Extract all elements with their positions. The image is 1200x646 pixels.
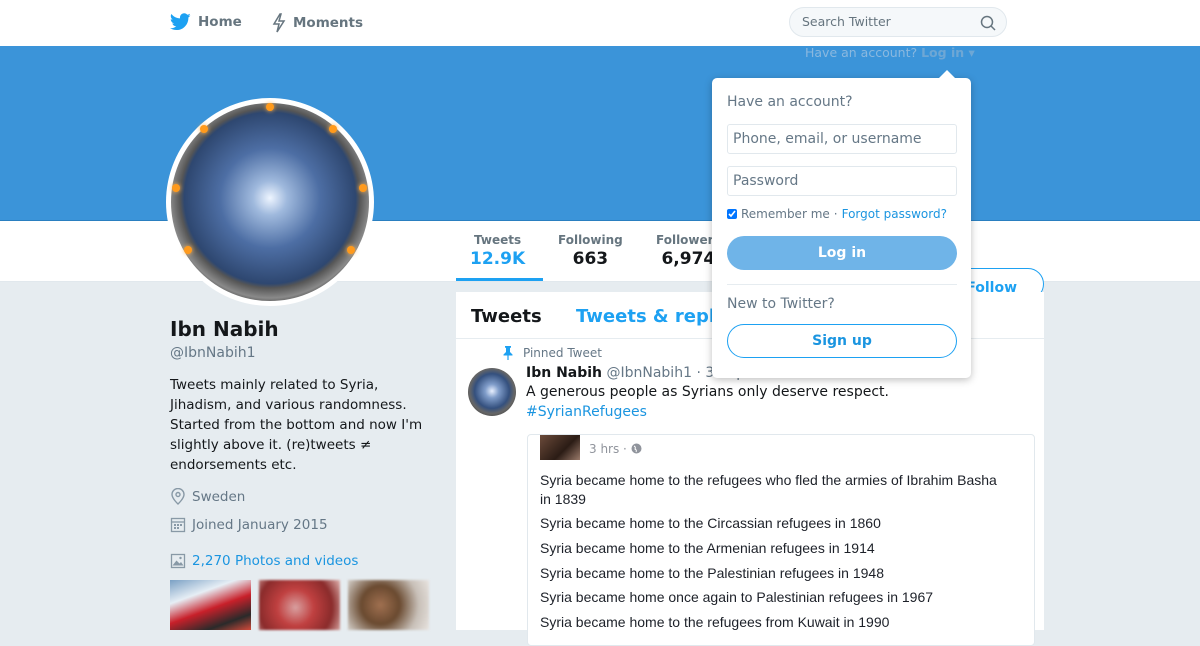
chevron-light xyxy=(266,103,274,111)
calendar-icon xyxy=(170,517,186,533)
stat-tweets-value: 12.9K xyxy=(470,249,526,269)
chevron-light xyxy=(329,125,337,133)
username-input[interactable] xyxy=(727,124,957,154)
stat-following-value: 663 xyxy=(572,249,609,269)
chevron-light xyxy=(184,246,192,254)
pinned-label: Pinned Tweet xyxy=(503,346,602,360)
profile-bio: Tweets mainly related to Syria, Jihadism… xyxy=(170,377,423,473)
stat-following[interactable]: Following 663 xyxy=(558,233,623,269)
dropdown-divider xyxy=(727,284,957,285)
profile-joined: Joined January 2015 xyxy=(170,516,328,533)
separator-dot: · xyxy=(833,207,838,221)
location-text: Sweden xyxy=(192,488,246,505)
search-box[interactable] xyxy=(789,7,1007,37)
stat-following-label: Following xyxy=(558,233,623,247)
tweet-text: A generous people as Syrians only deserv… xyxy=(526,384,889,400)
stat-followers-label: Followers xyxy=(656,233,721,247)
chevron-light xyxy=(200,125,208,133)
embedded-post-avatar xyxy=(540,435,580,460)
stat-followers-value: 6,974 xyxy=(661,249,716,269)
location-pin-icon xyxy=(171,488,185,505)
search-icon[interactable] xyxy=(980,15,996,31)
login-dropdown: Have an account? Remember me · Forgot pa… xyxy=(712,70,971,378)
stat-followers[interactable]: Followers 6,974 xyxy=(656,233,721,269)
media-thumbnail[interactable] xyxy=(259,580,340,630)
remember-me-row: Remember me · Forgot password? xyxy=(727,207,947,221)
photo-icon xyxy=(170,553,186,569)
photos-videos-label: 2,270 Photos and videos xyxy=(192,552,359,569)
login-button[interactable]: Log in xyxy=(727,236,957,270)
new-to-twitter-label: New to Twitter? xyxy=(727,296,835,312)
search-input[interactable] xyxy=(802,14,972,29)
dropdown-caret xyxy=(939,70,955,78)
profile-name[interactable]: Ibn Nabih xyxy=(170,317,279,341)
tweet-author-handle[interactable]: @IbnNabih1 xyxy=(606,365,692,381)
tab-tweets[interactable]: Tweets xyxy=(471,306,542,327)
nav-home[interactable]: Home xyxy=(170,13,242,31)
password-input[interactable] xyxy=(727,166,957,196)
top-navigation-bar: Home Moments xyxy=(0,0,1200,47)
login-prompt: Have an account? Log in ▾ xyxy=(805,45,975,60)
twitter-bird-icon xyxy=(170,13,191,31)
joined-text: Joined January 2015 xyxy=(192,516,328,533)
embedded-post-line: Syria became home to the Circassian refu… xyxy=(540,515,881,531)
globe-icon xyxy=(631,443,642,454)
login-link[interactable]: Log in ▾ xyxy=(921,45,975,60)
profile-handle[interactable]: @IbnNabih1 xyxy=(170,345,256,361)
embedded-post-time: 3 hrs · xyxy=(589,442,642,456)
forgot-password-link[interactable]: Forgot password? xyxy=(842,207,947,221)
embedded-post-card[interactable]: 3 hrs · Syria became home to the refugee… xyxy=(527,434,1035,646)
profile-avatar[interactable] xyxy=(166,98,374,306)
chevron-light xyxy=(172,184,180,192)
embedded-post-line: Syria became home to the Armenian refuge… xyxy=(540,540,875,556)
login-dropdown-title: Have an account? xyxy=(727,94,853,110)
remember-me-label[interactable]: Remember me xyxy=(741,207,830,221)
media-thumbnail[interactable] xyxy=(170,580,251,630)
active-tab-underline xyxy=(456,278,543,281)
chevron-light xyxy=(347,246,355,254)
stargate-image xyxy=(171,103,369,301)
stat-tweets-label: Tweets xyxy=(474,233,522,247)
profile-location: Sweden xyxy=(170,488,245,505)
tweet-author-avatar[interactable] xyxy=(468,368,516,416)
embedded-post-line: Syria became home to the refugees from K… xyxy=(540,614,890,630)
embedded-post-line: in 1839 xyxy=(540,491,586,507)
remember-me-checkbox[interactable] xyxy=(727,209,737,219)
nav-moments-label: Moments xyxy=(293,15,364,31)
lightning-icon xyxy=(272,13,286,33)
pinned-label-text: Pinned Tweet xyxy=(523,346,602,360)
login-prompt-text: Have an account? xyxy=(805,45,918,60)
embedded-post-line: Syria became home to the Palestinian ref… xyxy=(540,565,884,581)
stat-tweets[interactable]: Tweets 12.9K xyxy=(470,233,525,269)
tweet-author-name[interactable]: Ibn Nabih xyxy=(526,365,602,381)
embedded-post-line: Syria became home to the refugees who fl… xyxy=(540,472,997,488)
chevron-light xyxy=(359,184,367,192)
nav-moments[interactable]: Moments xyxy=(272,13,363,33)
nav-home-label: Home xyxy=(198,14,242,30)
media-thumbnail[interactable] xyxy=(348,580,429,630)
embedded-post-line: Syria became home once again to Palestin… xyxy=(540,589,934,605)
photos-videos-link[interactable]: 2,270 Photos and videos xyxy=(170,552,358,569)
tweet-hashtag[interactable]: #SyrianRefugees xyxy=(526,404,647,420)
signup-button[interactable]: Sign up xyxy=(727,324,957,358)
pin-icon xyxy=(503,346,513,360)
